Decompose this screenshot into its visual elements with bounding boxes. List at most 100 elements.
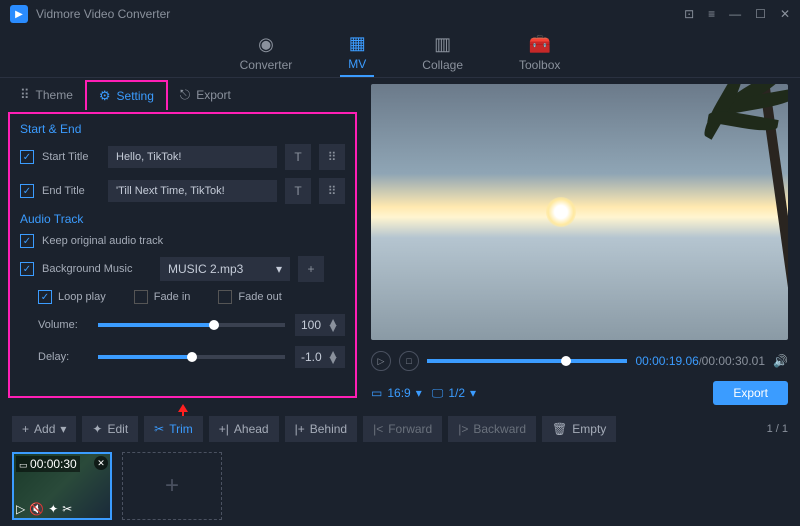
chevron-down-icon: ▾ (470, 386, 476, 400)
remove-clip-button[interactable]: ✕ (94, 456, 108, 470)
start-title-checkbox[interactable]: ✓ (20, 150, 34, 164)
close-icon[interactable]: ✕ (780, 7, 790, 21)
theme-icon: ⠿ (20, 87, 30, 103)
ahead-button[interactable]: +|Ahead (209, 416, 279, 442)
tab-label: Setting (117, 89, 154, 103)
tab-setting[interactable]: ⚙ Setting (85, 80, 168, 110)
text-style-button[interactable]: T (285, 144, 311, 170)
backward-button[interactable]: |>Backward (448, 416, 536, 442)
keep-audio-checkbox[interactable]: ✓ (20, 234, 34, 248)
seek-slider[interactable] (427, 359, 627, 363)
scissors-icon: ✂ (154, 422, 164, 436)
page-select[interactable]: 🖵 1/2 ▾ (432, 386, 476, 401)
app-logo: ▶ (10, 5, 28, 23)
volume-slider[interactable] (98, 323, 285, 327)
aspect-select[interactable]: ▭ 16:9 ▾ (371, 386, 422, 400)
end-title-checkbox[interactable]: ✓ (20, 184, 34, 198)
delay-slider[interactable] (98, 355, 285, 359)
app-title: Vidmore Video Converter (36, 7, 684, 21)
export-icon: ⎋ (180, 87, 190, 103)
section-startend: Start & End (20, 122, 345, 136)
settings-panel: Start & End ✓ Start Title T ⠿ ✓ End Titl… (8, 112, 357, 398)
current-time: 00:00:19.06 (635, 354, 698, 368)
bg-music-checkbox[interactable]: ✓ (20, 262, 34, 276)
ahead-icon: +| (219, 422, 229, 436)
collage-icon: ▥ (434, 34, 451, 55)
minimize-icon[interactable]: — (729, 7, 741, 21)
text-style-button[interactable]: T (285, 178, 311, 204)
edit-button[interactable]: ✦Edit (82, 416, 138, 442)
fadeout-label: Fade out (238, 291, 281, 303)
wand-icon[interactable]: ✦ (48, 502, 58, 516)
clip-thumbnail[interactable]: ▭ 00:00:30 ✕ ▷ 🔇 ✦ ✂ (12, 452, 112, 520)
plus-icon: + (22, 422, 29, 436)
page-value: 1/2 (448, 386, 465, 400)
keep-audio-label: Keep original audio track (42, 235, 163, 247)
monitor-icon: 🖵 (432, 386, 444, 401)
loop-label: Loop play (58, 291, 106, 303)
export-button[interactable]: Export (713, 381, 788, 405)
add-button[interactable]: +Add▾ (12, 416, 76, 442)
nav-label: MV (348, 57, 366, 71)
pager: 1 / 1 (767, 423, 788, 435)
volume-value-box[interactable]: 100 ▲▼ (295, 314, 345, 336)
fadein-label: Fade in (154, 291, 191, 303)
tab-export[interactable]: ⎋ Export (168, 81, 243, 109)
volume-value: 100 (301, 318, 321, 332)
mute-icon[interactable]: 🔇 (29, 502, 44, 516)
nav-mv[interactable]: ▦ MV (340, 29, 374, 77)
mv-icon: ▦ (349, 33, 366, 54)
trim-button[interactable]: ✂Trim (144, 416, 203, 442)
bg-music-select[interactable]: MUSIC 2.mp3 ▾ (160, 257, 290, 281)
nav-label: Collage (422, 58, 463, 72)
behind-button[interactable]: |+Behind (285, 416, 358, 442)
nav-collage[interactable]: ▥ Collage (414, 30, 471, 76)
chevron-down-icon: ▾ (416, 386, 422, 400)
step-down-icon[interactable]: ▼ (327, 325, 339, 331)
maximize-icon[interactable]: ☐ (755, 7, 766, 21)
bg-music-label: Background Music (42, 263, 152, 275)
nav-label: Toolbox (519, 58, 560, 72)
empty-button[interactable]: 🗑Empty (542, 416, 616, 442)
fadeout-checkbox[interactable]: ✓ (218, 290, 232, 304)
loop-checkbox[interactable]: ✓ (38, 290, 52, 304)
clip-duration: ▭ 00:00:30 (16, 456, 80, 472)
chevron-down-icon: ▾ (60, 422, 66, 436)
chat-icon[interactable]: ⊡ (684, 7, 694, 21)
nav-converter[interactable]: ◉ Converter (232, 30, 301, 76)
end-title-label: End Title (42, 185, 100, 197)
forward-button[interactable]: |<Forward (363, 416, 442, 442)
grid-button[interactable]: ⠿ (319, 178, 345, 204)
converter-icon: ◉ (258, 34, 274, 55)
scissors-icon[interactable]: ✂ (62, 502, 72, 516)
add-clip-button[interactable]: + (122, 452, 222, 520)
delay-value-box[interactable]: -1.0 ▲▼ (295, 346, 345, 368)
tab-label: Theme (36, 88, 73, 102)
nav-label: Converter (240, 58, 293, 72)
play-icon[interactable]: ▷ (16, 502, 25, 516)
fadein-checkbox[interactable]: ✓ (134, 290, 148, 304)
play-button[interactable]: ▷ (371, 351, 391, 371)
delay-value: -1.0 (301, 350, 322, 364)
chevron-down-icon: ▾ (276, 262, 282, 276)
step-down-icon[interactable]: ▼ (327, 357, 339, 363)
aspect-value: 16:9 (387, 386, 410, 400)
video-preview[interactable] (371, 84, 788, 340)
start-title-label: Start Title (42, 151, 100, 163)
wand-icon: ✦ (92, 422, 102, 436)
volume-icon[interactable]: 🔊 (773, 354, 788, 368)
add-music-button[interactable]: + (298, 256, 324, 282)
tab-theme[interactable]: ⠿ Theme (8, 81, 85, 109)
trash-icon: 🗑 (552, 422, 567, 436)
grid-button[interactable]: ⠿ (319, 144, 345, 170)
time-display: 00:00:19.06/00:00:30.01 (635, 354, 765, 368)
start-title-input[interactable] (108, 146, 277, 168)
stop-button[interactable]: □ (399, 351, 419, 371)
end-title-input[interactable] (108, 180, 277, 202)
aspect-icon: ▭ (371, 386, 382, 400)
nav-toolbox[interactable]: 🧰 Toolbox (511, 30, 568, 76)
menu-icon[interactable]: ≡ (708, 7, 715, 21)
total-time: 00:00:30.01 (702, 354, 765, 368)
backward-icon: |> (458, 422, 468, 436)
behind-icon: |+ (295, 422, 305, 436)
